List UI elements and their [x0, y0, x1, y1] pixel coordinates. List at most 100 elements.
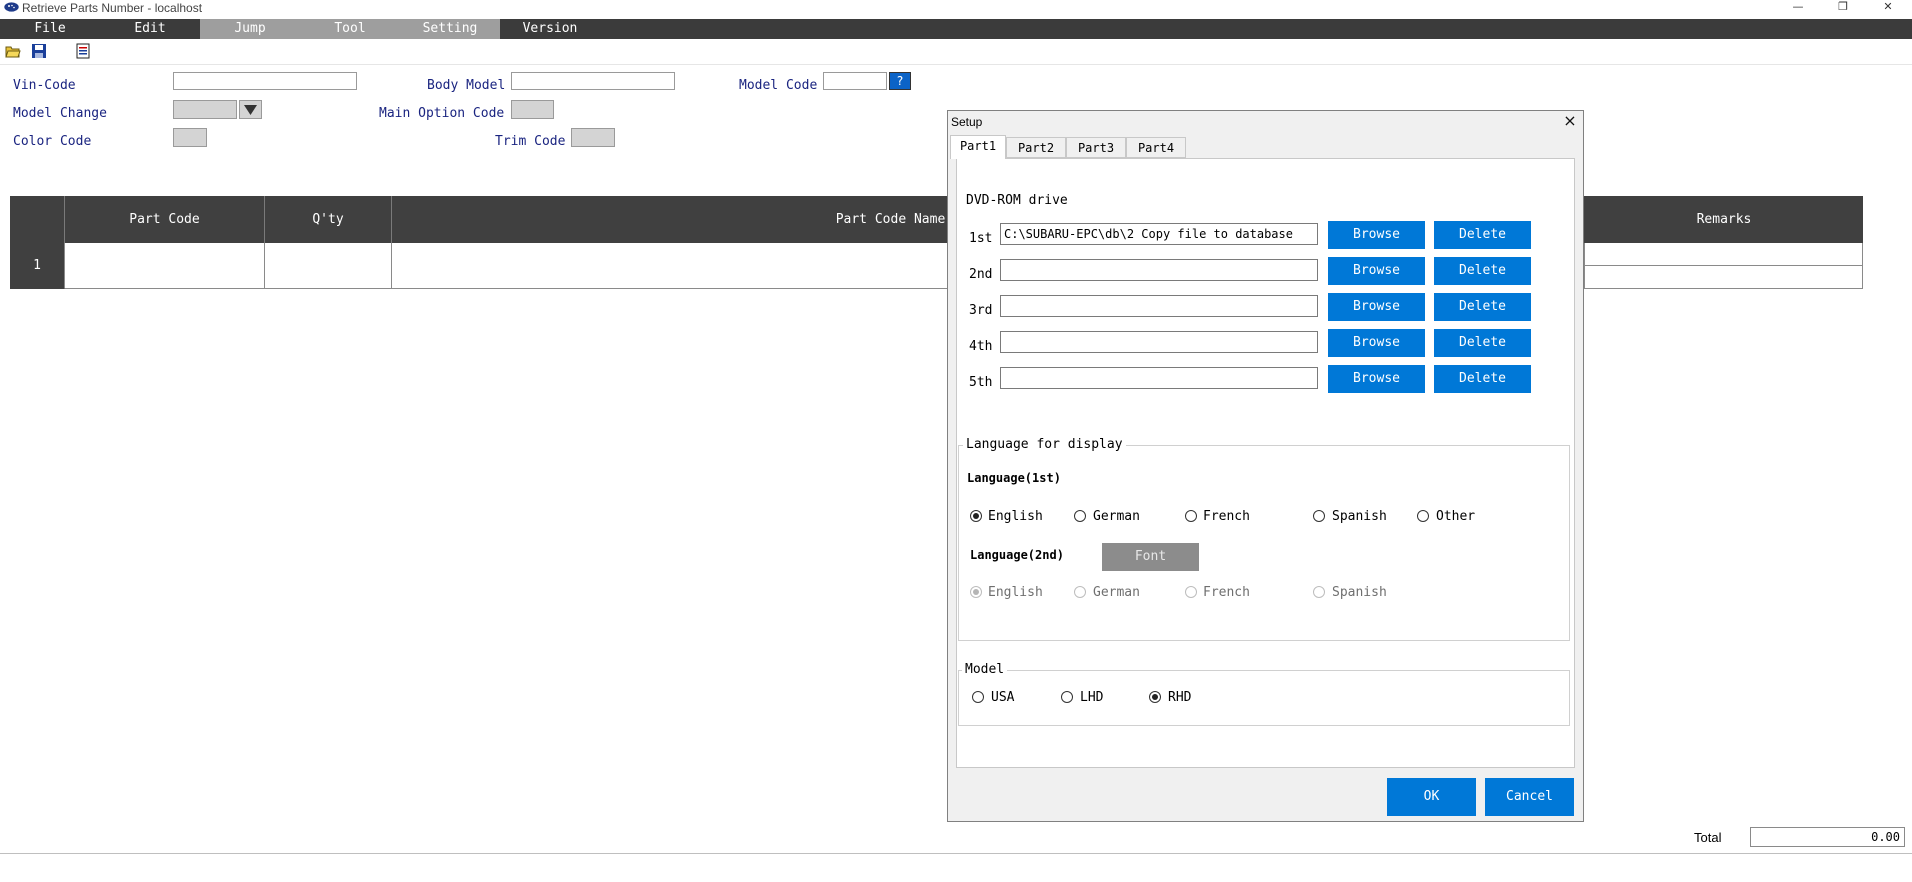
vin-code-label: Vin-Code — [13, 78, 76, 93]
setup-dialog: Setup × Part1 Part2 Part3 Part4 DVD-ROM … — [947, 110, 1584, 822]
browse-button-1st[interactable]: Browse — [1328, 221, 1425, 249]
lang2-english-radio[interactable] — [970, 586, 982, 598]
menu-setting[interactable]: Setting — [400, 19, 500, 39]
model-code-help-button[interactable]: ? — [889, 72, 911, 90]
browse-button-5th[interactable]: Browse — [1328, 365, 1425, 393]
delete-button-4th[interactable]: Delete — [1434, 329, 1531, 357]
lang1-german-radio[interactable] — [1074, 510, 1086, 522]
lang1-other-radio[interactable] — [1417, 510, 1429, 522]
print-list-icon[interactable] — [76, 43, 92, 59]
drive-path-2nd[interactable] — [1000, 259, 1318, 281]
main-option-code-label: Main Option Code — [379, 106, 505, 121]
column-header-part-code[interactable]: Part Code — [65, 196, 265, 243]
menu-bar: File Edit Jump Tool Setting Version — [0, 19, 1912, 39]
delete-button-3rd[interactable]: Delete — [1434, 293, 1531, 321]
tab-part3[interactable]: Part3 — [1066, 137, 1126, 158]
color-code-label: Color Code — [13, 134, 92, 149]
open-folder-icon[interactable] — [5, 43, 21, 59]
lang2-german-radio[interactable] — [1074, 586, 1086, 598]
trim-code-field — [571, 128, 615, 147]
remarks-cell[interactable] — [1585, 243, 1863, 266]
model-group-legend: Model — [962, 662, 1008, 677]
row-number-header — [10, 196, 65, 243]
model-rhd-label: RHD — [1168, 690, 1192, 705]
qty-cell[interactable] — [265, 243, 392, 289]
model-group — [958, 670, 1570, 726]
row-number: 1 — [10, 243, 65, 289]
body-model-input[interactable] — [511, 72, 675, 90]
delete-button-1st[interactable]: Delete — [1434, 221, 1531, 249]
vin-code-input[interactable] — [173, 72, 357, 90]
lang2-french-label: French — [1203, 585, 1250, 600]
model-lhd-radio[interactable] — [1061, 691, 1073, 703]
lang2-french-radio[interactable] — [1185, 586, 1197, 598]
lang1-spanish-radio[interactable] — [1313, 510, 1325, 522]
browse-button-3rd[interactable]: Browse — [1328, 293, 1425, 321]
subaru-logo-icon — [4, 2, 19, 12]
toolbar-divider — [0, 64, 1912, 65]
ok-button[interactable]: OK — [1387, 778, 1476, 816]
tab-part1[interactable]: Part1 — [950, 135, 1006, 159]
lang1-spanish-label: Spanish — [1332, 509, 1387, 524]
color-code-field — [173, 128, 207, 147]
menu-version[interactable]: Version — [500, 19, 600, 39]
lang1-german-label: German — [1093, 509, 1140, 524]
dialog-title: Setup — [951, 115, 983, 129]
drive-label-4th: 4th — [969, 339, 993, 354]
dvd-rom-heading: DVD-ROM drive — [966, 193, 1068, 208]
total-value: 0.00 — [1750, 827, 1905, 847]
model-change-dropdown-button[interactable] — [239, 100, 262, 119]
drive-path-3rd[interactable] — [1000, 295, 1318, 317]
trim-code-label: Trim Code — [495, 134, 566, 149]
lang2-english-label: English — [988, 585, 1043, 600]
drive-label-1st: 1st — [969, 231, 993, 246]
title-bar: Retrieve Parts Number - localhost — ❐ ✕ — [0, 0, 1912, 19]
browse-button-4th[interactable]: Browse — [1328, 329, 1425, 357]
model-code-label: Model Code — [739, 78, 818, 93]
column-header-qty[interactable]: Q'ty — [265, 196, 392, 243]
drive-label-5th: 5th — [969, 375, 993, 390]
model-rhd-radio[interactable] — [1149, 691, 1161, 703]
total-label: Total — [1694, 830, 1722, 845]
tab-part2[interactable]: Part2 — [1006, 137, 1066, 158]
delete-button-5th[interactable]: Delete — [1434, 365, 1531, 393]
column-header-remarks[interactable]: Remarks — [1585, 196, 1863, 243]
dialog-close-icon[interactable]: × — [1557, 111, 1583, 131]
remarks-cell-2[interactable] — [1585, 266, 1863, 289]
part-code-cell[interactable] — [65, 243, 265, 289]
model-code-input[interactable] — [823, 72, 887, 90]
font-button[interactable]: Font — [1102, 543, 1199, 571]
drive-path-1st[interactable]: C:\SUBARU-EPC\db\2 Copy file to database — [1000, 223, 1318, 245]
lang1-french-label: French — [1203, 509, 1250, 524]
restore-button[interactable]: ❐ — [1823, 0, 1863, 16]
model-change-select[interactable] — [173, 100, 237, 119]
menu-file[interactable]: File — [0, 19, 100, 39]
drive-path-5th[interactable] — [1000, 367, 1318, 389]
save-icon[interactable] — [31, 43, 47, 59]
tab-part4[interactable]: Part4 — [1126, 137, 1186, 158]
drive-label-2nd: 2nd — [969, 267, 993, 282]
status-divider — [0, 853, 1912, 854]
language2-heading: Language(2nd) — [970, 548, 1064, 562]
menu-edit[interactable]: Edit — [100, 19, 200, 39]
lang1-french-radio[interactable] — [1185, 510, 1197, 522]
dropdown-arrow-icon — [244, 105, 257, 115]
lang1-english-radio[interactable] — [970, 510, 982, 522]
menu-tool[interactable]: Tool — [300, 19, 400, 39]
close-window-button[interactable]: ✕ — [1868, 0, 1908, 16]
model-usa-label: USA — [991, 690, 1015, 705]
delete-button-2nd[interactable]: Delete — [1434, 257, 1531, 285]
lang2-german-label: German — [1093, 585, 1140, 600]
menu-jump[interactable]: Jump — [200, 19, 300, 39]
drive-path-4th[interactable] — [1000, 331, 1318, 353]
model-usa-radio[interactable] — [972, 691, 984, 703]
lang2-spanish-radio[interactable] — [1313, 586, 1325, 598]
model-change-label: Model Change — [13, 106, 107, 121]
model-lhd-label: LHD — [1080, 690, 1104, 705]
language1-heading: Language(1st) — [967, 471, 1061, 485]
browse-button-2nd[interactable]: Browse — [1328, 257, 1425, 285]
cancel-button[interactable]: Cancel — [1485, 778, 1574, 816]
drive-label-3rd: 3rd — [969, 303, 993, 318]
minimize-button[interactable]: — — [1778, 0, 1818, 16]
lang1-other-label: Other — [1436, 509, 1476, 524]
